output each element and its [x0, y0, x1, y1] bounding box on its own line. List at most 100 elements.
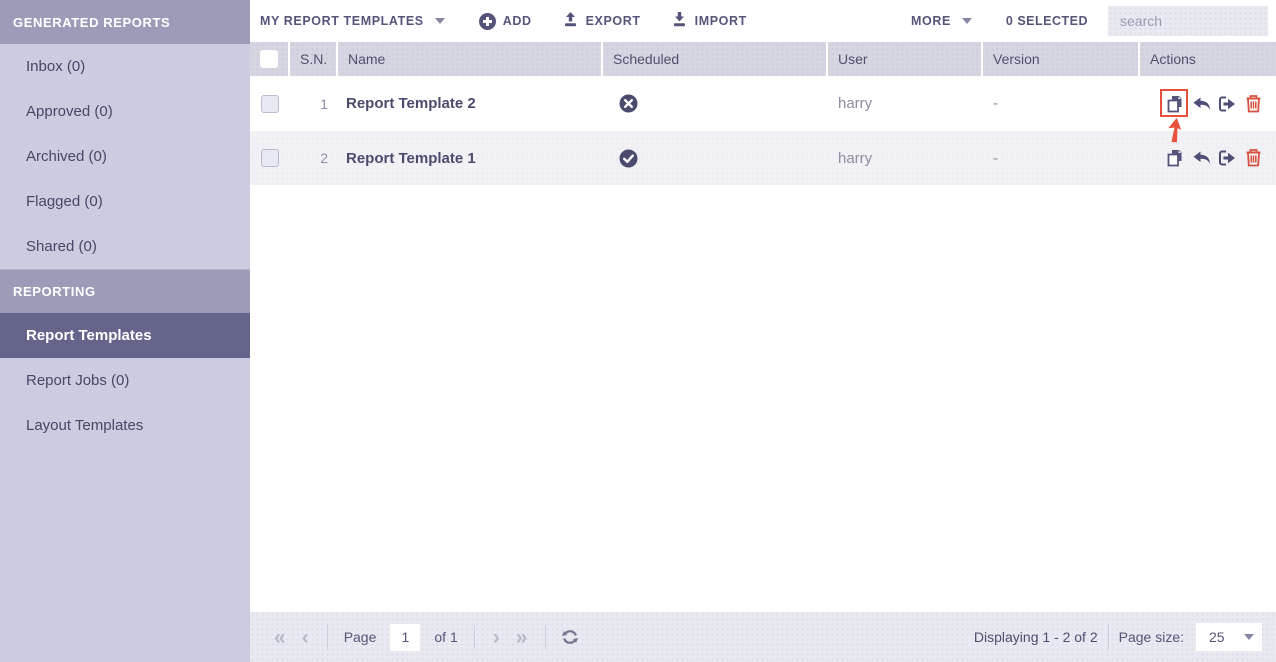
sidebar-item-label: Report Templates [26, 327, 152, 344]
revert-button[interactable] [1190, 147, 1212, 169]
scheduled-status-icon [619, 149, 638, 168]
sidebar-item-archived[interactable]: Archived (0) [0, 134, 250, 179]
sn-cell: 2 [290, 150, 338, 166]
column-header-scheduled[interactable]: Scheduled [603, 42, 828, 76]
select-all-checkbox[interactable] [260, 50, 278, 68]
sidebar-section-reporting: REPORTING [0, 269, 250, 313]
template-name-link[interactable]: Report Template 2 [338, 95, 603, 112]
sidebar-item-label: Archived (0) [26, 148, 107, 165]
sidebar-item-label: Shared (0) [26, 238, 97, 255]
table-row: 1 Report Template 2 harry - [250, 76, 1276, 131]
select-all-cell [250, 42, 290, 76]
page-number-input[interactable] [390, 624, 420, 651]
sidebar-item-report-jobs[interactable]: Report Jobs (0) [0, 358, 250, 403]
more-menu[interactable]: MORE [911, 14, 972, 28]
next-page-button[interactable]: › [485, 627, 508, 648]
refresh-button[interactable] [556, 627, 584, 647]
upload-icon [562, 11, 579, 31]
section-title: REPORTING [13, 284, 96, 299]
column-header-sn[interactable]: S.N. [290, 42, 338, 76]
download-icon [671, 11, 688, 31]
table-header: S.N. Name Scheduled User Version Actions [250, 42, 1276, 76]
import-button[interactable]: IMPORT [671, 11, 747, 31]
chevron-down-icon [962, 18, 972, 24]
sidebar-item-report-templates[interactable]: Report Templates [0, 313, 250, 358]
row-checkbox[interactable] [261, 95, 279, 113]
column-label: Actions [1150, 51, 1196, 67]
sidebar: GENERATED REPORTS Inbox (0) Approved (0)… [0, 0, 250, 662]
sidebar-item-label: Approved (0) [26, 103, 113, 120]
delete-button[interactable] [1242, 147, 1264, 169]
version-cell: - [983, 150, 1140, 167]
menu-label: MY REPORT TEMPLATES [260, 14, 424, 28]
column-label: Scheduled [613, 51, 679, 67]
content-empty-area [250, 185, 1276, 612]
sidebar-filler [0, 448, 250, 662]
last-page-button[interactable]: » [508, 627, 536, 648]
sidebar-item-label: Layout Templates [26, 417, 143, 434]
displaying-status: Displaying 1 - 2 of 2 [974, 629, 1098, 645]
column-header-actions: Actions [1140, 42, 1276, 76]
sidebar-item-label: Flagged (0) [26, 193, 103, 210]
report-templates-menu[interactable]: MY REPORT TEMPLATES [260, 14, 445, 28]
column-header-user[interactable]: User [828, 42, 983, 76]
more-label: MORE [911, 14, 951, 28]
column-label: S.N. [300, 51, 327, 67]
sidebar-item-approved[interactable]: Approved (0) [0, 89, 250, 134]
column-label: Name [348, 51, 385, 67]
divider [327, 625, 328, 649]
export-button[interactable]: EXPORT [562, 11, 641, 31]
user-cell: harry [828, 95, 983, 112]
page-size-value: 25 [1209, 629, 1225, 645]
sidebar-item-label: Report Jobs (0) [26, 372, 129, 389]
version-cell: - [983, 95, 1140, 112]
export-row-button[interactable] [1216, 147, 1238, 169]
page-label: Page [344, 629, 377, 645]
previous-page-button[interactable]: ‹ [294, 627, 317, 648]
column-header-name[interactable]: Name [338, 42, 603, 76]
table-row: 2 Report Template 1 harry - [250, 131, 1276, 185]
sn-cell: 1 [290, 96, 338, 112]
add-button[interactable]: ADD [479, 13, 532, 30]
sidebar-item-layout-templates[interactable]: Layout Templates [0, 403, 250, 448]
chevron-down-icon [435, 18, 445, 24]
export-label: EXPORT [586, 14, 641, 28]
page-size-label: Page size: [1119, 629, 1184, 645]
import-label: IMPORT [695, 14, 747, 28]
column-label: User [838, 51, 868, 67]
copy-button[interactable] [1164, 93, 1186, 115]
sidebar-item-inbox[interactable]: Inbox (0) [0, 44, 250, 89]
search-input[interactable] [1108, 6, 1268, 36]
page-size-select[interactable]: 25 [1196, 623, 1262, 651]
section-title: GENERATED REPORTS [13, 15, 170, 30]
sidebar-item-flagged[interactable]: Flagged (0) [0, 179, 250, 224]
plus-circle-icon [479, 13, 496, 30]
row-checkbox[interactable] [261, 149, 279, 167]
template-name-link[interactable]: Report Template 1 [338, 150, 603, 167]
selected-count: 0 SELECTED [1006, 14, 1088, 28]
column-header-version[interactable]: Version [983, 42, 1140, 76]
sidebar-section-generated-reports: GENERATED REPORTS [0, 0, 250, 44]
export-row-button[interactable] [1216, 93, 1238, 115]
sidebar-item-label: Inbox (0) [26, 58, 85, 75]
add-label: ADD [503, 14, 532, 28]
scheduled-status-icon [619, 94, 638, 113]
actions-cell [1140, 147, 1276, 169]
toolbar: MY REPORT TEMPLATES ADD EXPORT IMPORT [250, 0, 1276, 42]
actions-cell [1140, 93, 1276, 115]
copy-button[interactable] [1164, 147, 1186, 169]
main-panel: MY REPORT TEMPLATES ADD EXPORT IMPORT [250, 0, 1276, 662]
revert-button[interactable] [1190, 93, 1212, 115]
column-label: Version [993, 51, 1040, 67]
delete-button[interactable] [1242, 93, 1264, 115]
divider [1108, 625, 1109, 649]
pagination-bar: « ‹ Page of 1 › » Displaying 1 - 2 of 2 … [250, 612, 1276, 662]
user-cell: harry [828, 150, 983, 167]
first-page-button[interactable]: « [266, 627, 294, 648]
divider [545, 625, 546, 649]
divider [474, 625, 475, 649]
sidebar-item-shared[interactable]: Shared (0) [0, 224, 250, 269]
chevron-down-icon [1244, 634, 1254, 640]
page-of-label: of 1 [434, 629, 457, 645]
app-window: GENERATED REPORTS Inbox (0) Approved (0)… [0, 0, 1276, 662]
